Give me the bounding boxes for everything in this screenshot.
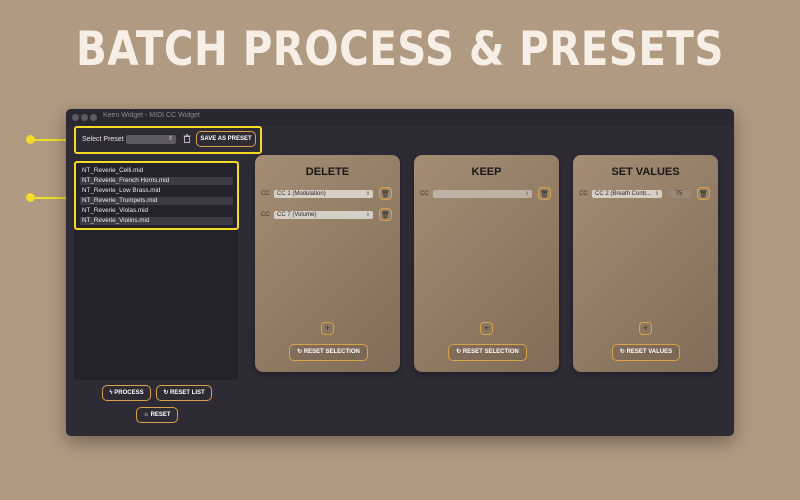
chevron-updown-icon: ⇕ (654, 191, 659, 197)
cc-dropdown-value: CC 7 (Volume) (277, 212, 317, 218)
add-row-button[interactable]: + (480, 322, 493, 335)
set-values-panel: SET VALUES CC CC 2 (Breath Contr... ⇕ 75… (573, 155, 718, 372)
bolt-icon: ϟ (109, 390, 113, 396)
close-window-button[interactable] (72, 114, 79, 121)
select-preset-label: Select Preset (82, 136, 124, 143)
chevron-updown-icon: ⇕ (365, 191, 370, 197)
cc-dropdown[interactable]: ⇕ (433, 190, 532, 198)
trash-icon[interactable]: 🗑 (379, 208, 392, 221)
window-title: Keen Widget - MIDI CC Widget (103, 112, 200, 119)
list-item[interactable]: NT_Reverie_Low Brass.mid (80, 187, 233, 195)
title-bar: Keen Widget - MIDI CC Widget (66, 109, 734, 126)
delete-panel: DELETE CC CC 1 (Modulation) ⇕ 🗑 CC CC 7 … (255, 155, 400, 372)
list-item[interactable]: NT_Reverie_Trumpets.mid (80, 197, 233, 205)
reset-list-button[interactable]: ↻ RESET LIST (156, 385, 212, 401)
cc-dropdown[interactable]: CC 2 (Breath Contr... ⇕ (592, 190, 662, 198)
reset-label: RESET (150, 412, 171, 418)
reset-values-button[interactable]: ↻ RESET VALUES (612, 344, 680, 361)
chevron-updown-icon: ⇕ (524, 191, 529, 197)
trash-icon[interactable] (183, 134, 191, 145)
preset-dropdown[interactable]: ⇕ (126, 135, 176, 144)
reset-icon: ☼ (143, 412, 149, 418)
zoom-window-button[interactable] (90, 114, 97, 121)
panel-title-set-values: SET VALUES (611, 166, 680, 178)
reset-selection-button[interactable]: ↻ RESET SELECTION (448, 344, 527, 361)
cc-dropdown-value: CC 2 (Breath Contr... (595, 191, 652, 197)
reset-values-label: RESET VALUES (626, 349, 673, 355)
refresh-icon: ↻ (619, 349, 625, 355)
preset-bar: Select Preset ⇕ SAVE AS PRESET (74, 126, 262, 154)
list-item[interactable]: NT_Reverie_Celli.mid (80, 167, 233, 175)
process-label: PROCESS (114, 390, 144, 396)
app-window: Keen Widget - MIDI CC Widget Select Pres… (66, 109, 734, 436)
refresh-icon: ↻ (456, 349, 462, 355)
add-row-button[interactable]: + (639, 322, 652, 335)
reset-selection-label: RESET SELECTION (303, 349, 360, 355)
panel-title-keep: KEEP (471, 166, 502, 178)
cc-dropdown[interactable]: CC 1 (Modulation) ⇕ (274, 190, 373, 198)
file-list: NT_Reverie_Celli.mid NT_Reverie_French H… (74, 161, 239, 230)
cc-dropdown[interactable]: CC 7 (Volume) ⇕ (274, 211, 373, 219)
list-item[interactable]: NT_Reverie_French Horns.mid (80, 177, 233, 185)
trash-icon[interactable]: 🗑 (538, 187, 551, 200)
keep-panel: KEEP CC ⇕ 🗑 + ↻ RESET SELECTION (414, 155, 559, 372)
add-row-button[interactable]: + (321, 322, 334, 335)
value-field[interactable]: 75 (668, 190, 690, 198)
reset-button[interactable]: ☼ RESET (136, 407, 178, 423)
cc-label: CC (420, 191, 429, 197)
minimize-window-button[interactable] (81, 114, 88, 121)
refresh-icon: ↻ (163, 390, 169, 396)
list-item[interactable]: NT_Reverie_Violas.mid (80, 207, 233, 215)
headline: BATCH PROCESS & PRESETS (76, 22, 724, 77)
save-as-preset-button[interactable]: SAVE AS PRESET (196, 131, 256, 147)
trash-icon[interactable]: 🗑 (697, 187, 710, 200)
reset-selection-button[interactable]: ↻ RESET SELECTION (289, 344, 368, 361)
cc-label: CC (579, 191, 588, 197)
reset-list-label: RESET LIST (170, 390, 205, 396)
reset-selection-label: RESET SELECTION (462, 349, 519, 355)
process-button[interactable]: ϟ PROCESS (102, 385, 151, 401)
cc-label: CC (261, 191, 270, 197)
cc-label: CC (261, 212, 270, 218)
chevron-updown-icon: ⇕ (365, 212, 370, 218)
panel-title-delete: DELETE (305, 166, 350, 178)
preset-dropdown-value (126, 144, 129, 150)
cc-dropdown-value: CC 1 (Modulation) (277, 191, 326, 197)
refresh-icon: ↻ (297, 349, 303, 355)
trash-icon[interactable]: 🗑 (379, 187, 392, 200)
list-item[interactable]: NT_Reverie_Violins.mid (80, 217, 233, 225)
chevron-updown-icon: ⇕ (167, 136, 173, 142)
